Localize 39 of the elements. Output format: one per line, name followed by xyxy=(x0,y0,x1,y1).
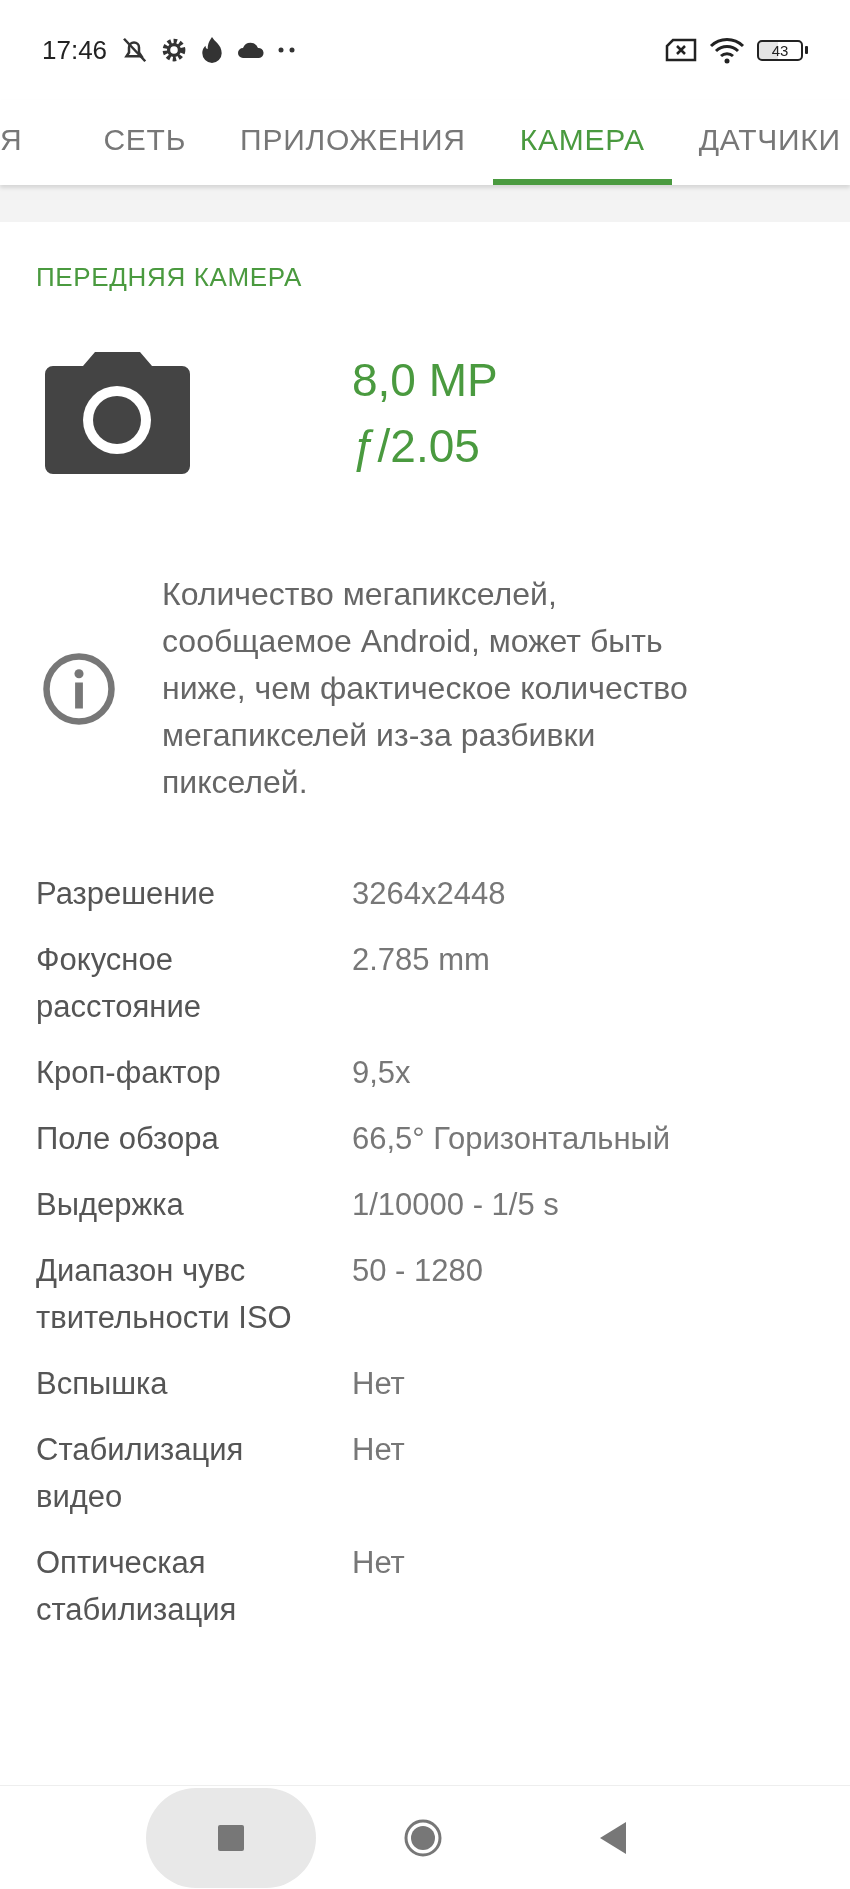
tab[interactable]: ДАТЧИКИ xyxy=(671,100,850,185)
spec-value: 2.785 mm xyxy=(352,941,490,979)
cloud-icon xyxy=(237,40,266,60)
spec-label: Фокусное расстояние xyxy=(36,941,203,1026)
battery-tip-icon xyxy=(805,46,808,54)
spec-value: 66,5° Горизонтальный xyxy=(352,1120,671,1158)
camera-icon xyxy=(45,352,190,474)
wifi-icon xyxy=(709,36,745,64)
tab[interactable]: Я xyxy=(0,100,23,185)
spec-label: Разрешение xyxy=(36,875,217,913)
megapixel-note: Количество мегапикселей, сообщаемое Android, может быть ниже, чем фактическое количество мегапикселей из-за разбивки пикселей. xyxy=(162,575,689,802)
spec-label: Стабилизация видео xyxy=(36,1431,245,1516)
spec-label: Диапазон чувс твительности ISO xyxy=(36,1252,293,1337)
circle-icon xyxy=(403,1817,443,1858)
back-button[interactable] xyxy=(598,1819,628,1856)
spec-label: Оптическая стабилизация xyxy=(36,1544,238,1629)
spec-value: 9,5x xyxy=(352,1054,411,1092)
spec-value: Нет xyxy=(352,1431,405,1469)
sim-off-icon xyxy=(665,38,697,62)
triangle-icon xyxy=(598,1819,628,1856)
spec-value: 3264x2448 xyxy=(352,875,506,913)
tab[interactable]: ПРИЛОЖЕНИЯ xyxy=(213,100,493,185)
spec-label: Выдержка xyxy=(36,1186,185,1224)
aperture: ƒ/2.05 xyxy=(352,419,481,474)
spec-value: Нет xyxy=(352,1544,405,1582)
spec-value: Нет xyxy=(352,1365,405,1403)
status-time: 17:46 xyxy=(42,33,108,67)
spec-label: Кроп-фактор xyxy=(36,1054,222,1092)
gear-icon xyxy=(161,37,188,63)
section-title: ПЕРЕДНЯЯ КАМЕРА xyxy=(36,261,304,294)
tab[interactable]: СЕТЬ xyxy=(76,100,214,185)
battery-level: 43 xyxy=(757,39,803,61)
megapixels: 8,0 MP xyxy=(352,353,498,408)
square-icon xyxy=(218,1824,244,1851)
spec-value: 50 - 1280 xyxy=(352,1252,483,1290)
spec-value: 1/10000 - 1/5 s xyxy=(352,1186,559,1224)
spec-label: Поле обзора xyxy=(36,1120,220,1158)
spec-label: Вспышка xyxy=(36,1365,169,1403)
home-button[interactable] xyxy=(403,1817,443,1858)
